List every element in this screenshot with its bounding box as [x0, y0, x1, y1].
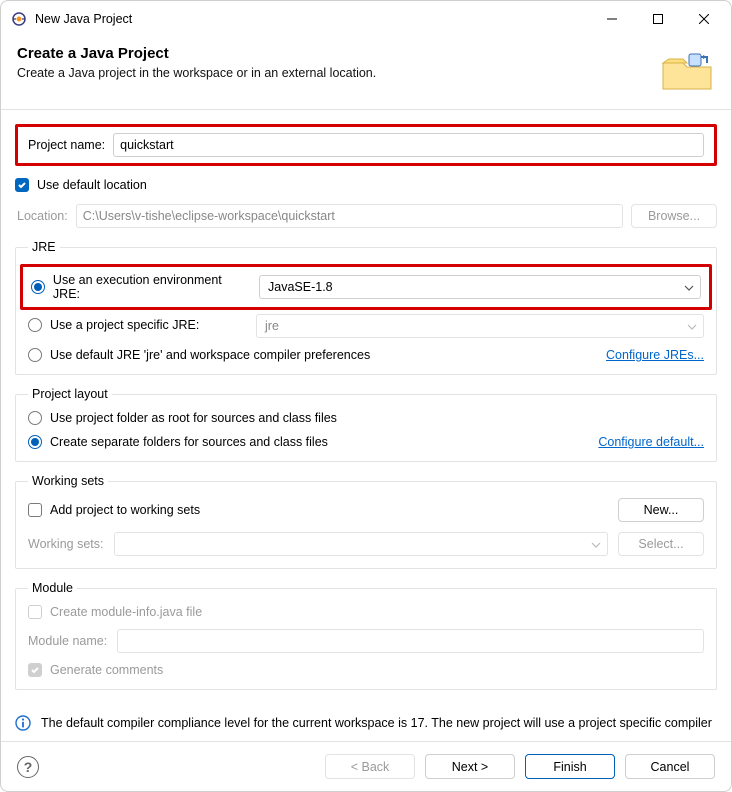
- jre-group: JRE Use an execution environment JRE: Ja…: [15, 240, 717, 375]
- exec-env-label: Use an execution environment JRE:: [53, 273, 251, 301]
- back-button: < Back: [325, 754, 415, 779]
- add-to-working-sets-label: Add project to working sets: [50, 503, 200, 517]
- use-default-location-label: Use default location: [37, 178, 147, 192]
- window-title: New Java Project: [35, 12, 589, 26]
- location-input: [76, 204, 623, 228]
- location-label: Location:: [17, 209, 68, 223]
- cancel-button[interactable]: Cancel: [625, 754, 715, 779]
- maximize-button[interactable]: [635, 3, 681, 35]
- jre-exec-env-highlight: Use an execution environment JRE: JavaSE…: [20, 264, 712, 310]
- working-sets-label: Working sets:: [28, 537, 104, 551]
- minimize-button[interactable]: [589, 3, 635, 35]
- jre-legend: JRE: [28, 240, 60, 254]
- module-name-input: [117, 629, 704, 653]
- generate-comments-label: Generate comments: [50, 663, 163, 677]
- info-message: The default compiler compliance level fo…: [41, 716, 712, 730]
- generate-comments-checkbox: Generate comments: [28, 663, 163, 677]
- project-layout-legend: Project layout: [28, 387, 112, 401]
- help-button[interactable]: ?: [17, 756, 39, 778]
- separate-folders-radio[interactable]: Create separate folders for sources and …: [28, 435, 328, 449]
- titlebar: New Java Project: [1, 1, 731, 37]
- chevron-down-icon: [591, 537, 601, 551]
- chevron-down-icon: [684, 280, 694, 294]
- create-module-info-checkbox: Create module-info.java file: [28, 605, 202, 619]
- add-to-working-sets-checkbox[interactable]: Add project to working sets: [28, 503, 200, 517]
- working-sets-legend: Working sets: [28, 474, 108, 488]
- working-sets-group: Working sets Add project to working sets…: [15, 474, 717, 569]
- close-button[interactable]: [681, 3, 727, 35]
- exec-env-select[interactable]: JavaSE-1.8: [259, 275, 701, 299]
- module-name-label: Module name:: [28, 634, 107, 648]
- default-jre-label: Use default JRE 'jre' and workspace comp…: [50, 348, 370, 362]
- app-icon: [11, 11, 27, 27]
- select-working-set-button: Select...: [618, 532, 704, 556]
- project-specific-jre-radio[interactable]: Use a project specific JRE:: [28, 318, 199, 332]
- next-button[interactable]: Next >: [425, 754, 515, 779]
- create-module-info-label: Create module-info.java file: [50, 605, 202, 619]
- finish-button[interactable]: Finish: [525, 754, 615, 779]
- chevron-down-icon: [687, 319, 697, 333]
- project-specific-jre-label: Use a project specific JRE:: [50, 318, 199, 332]
- configure-default-link[interactable]: Configure default...: [598, 435, 704, 449]
- project-name-label: Project name:: [28, 138, 105, 152]
- default-jre-radio[interactable]: Use default JRE 'jre' and workspace comp…: [28, 348, 370, 362]
- project-name-input[interactable]: [113, 133, 704, 157]
- new-working-set-button[interactable]: New...: [618, 498, 704, 522]
- separate-folders-label: Create separate folders for sources and …: [50, 435, 328, 449]
- configure-jres-link[interactable]: Configure JREs...: [606, 348, 704, 362]
- root-folder-label: Use project folder as root for sources a…: [50, 411, 337, 425]
- root-folder-radio[interactable]: Use project folder as root for sources a…: [28, 411, 337, 425]
- info-icon: [15, 715, 31, 731]
- working-sets-select: [114, 532, 609, 556]
- project-name-highlight: Project name:: [15, 124, 717, 166]
- module-group: Module Create module-info.java file Modu…: [15, 581, 717, 690]
- project-layout-group: Project layout Use project folder as roo…: [15, 387, 717, 462]
- project-specific-jre-select: jre: [256, 314, 704, 338]
- page-title: Create a Java Project: [17, 45, 659, 62]
- page-description: Create a Java project in the workspace o…: [17, 66, 659, 80]
- folder-java-icon: [659, 45, 715, 95]
- browse-button: Browse...: [631, 204, 717, 228]
- module-legend: Module: [28, 581, 77, 595]
- use-default-location-checkbox[interactable]: Use default location: [15, 178, 717, 192]
- exec-env-radio[interactable]: Use an execution environment JRE:: [31, 273, 251, 301]
